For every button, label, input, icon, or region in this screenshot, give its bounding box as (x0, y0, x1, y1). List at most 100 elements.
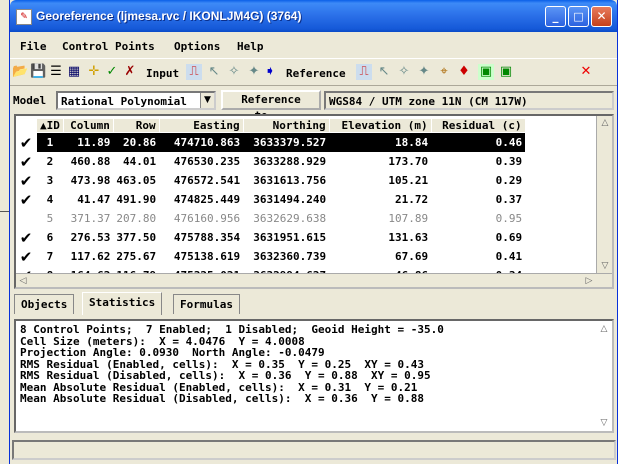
tab-statistics[interactable]: Statistics (82, 292, 163, 315)
stats-line: RMS Residual (Disabled, cells): X = 0.36… (20, 369, 431, 382)
input-tool-3-icon[interactable]: ✧ (226, 64, 242, 80)
chevron-down-icon[interactable]: ▼ (200, 93, 214, 108)
reference-to-button[interactable]: Reference to... (221, 90, 321, 122)
stats-line: 8 Control Points; 7 Enabled; 1 Disabled;… (20, 323, 444, 336)
title-bar[interactable]: ✎ Georeference (ljmesa.rvc / IKONLJM4G) … (10, 0, 617, 32)
cell-column: 276.53 (70, 230, 111, 244)
cell-elevation: 107.89 (388, 211, 429, 225)
cell-column: 460.88 (70, 154, 111, 168)
menu-control-points[interactable]: Control Points (62, 40, 155, 53)
ref-marker-icon[interactable]: ♦ (456, 64, 472, 80)
cell-easting: 476530.235 (173, 154, 241, 168)
cell-northing: 3632360.739 (253, 249, 327, 263)
menu-options[interactable]: Options (174, 40, 220, 53)
crs-field: WGS84 / UTM zone 11N (CM 117W) (324, 91, 614, 110)
tab-formulas[interactable]: Formulas (173, 294, 240, 314)
stats-scroll-down-icon[interactable]: ▽ (597, 416, 611, 430)
cell-row: 44.01 (123, 154, 157, 168)
cell-id: 7 (46, 249, 54, 263)
cell-id: 6 (46, 230, 54, 244)
stats-line: Projection Angle: 0.0930 North Angle: -0… (20, 346, 325, 359)
table-row[interactable]: 5 371.37 207.80 476160.956 3632629.638 107.89… (37, 209, 526, 228)
ref-crosshair-icon[interactable]: ⌖ (436, 64, 452, 80)
status-bar (12, 440, 616, 460)
reference-label: Reference (286, 67, 346, 80)
cell-id: 2 (46, 154, 54, 168)
col-header-northing[interactable]: Northing (242, 118, 330, 133)
minimize-button[interactable]: _ (545, 6, 566, 27)
cell-id: 3 (46, 173, 54, 187)
table-row[interactable]: 1 11.89 20.86 474710.863 3633379.527 18.84 0.4… (36, 132, 526, 152)
ref-tool-3-icon[interactable]: ✧ (396, 64, 412, 80)
control-points-table: ▲ID Column Row Easting Northing Elevatio… (36, 118, 526, 285)
cell-residual: 0.46 (431, 132, 526, 152)
cell-column: 11.89 (63, 132, 114, 152)
stats-scroll-up-icon[interactable]: △ (597, 322, 611, 336)
input-tool-4-icon[interactable]: ✦ (246, 64, 262, 80)
input-tool-1-icon[interactable]: ⎍ (186, 64, 202, 80)
ref-tool-1-icon[interactable]: ⎍ (356, 64, 372, 80)
stats-line: Mean Absolute Residual (Disabled, cells)… (20, 392, 424, 405)
cell-residual: 0.39 (495, 154, 523, 168)
table-row[interactable]: 2 460.88 44.01 476530.235 3633288.929 173.70 0… (37, 152, 526, 171)
enabled-checkmark-icon[interactable]: ✔ (16, 134, 36, 153)
menu-file[interactable]: File (20, 40, 47, 53)
input-label: Input (146, 67, 180, 80)
add-point-icon[interactable]: ✛ (86, 64, 102, 80)
cell-row: 275.67 (116, 249, 157, 263)
table-row[interactable]: 7 117.62 275.67 475138.619 3632360.739 67.69 0… (37, 247, 526, 266)
cell-elevation: 21.72 (395, 192, 429, 206)
scroll-up-icon[interactable]: △ (598, 116, 612, 130)
cell-residual: 0.95 (495, 211, 523, 225)
enabled-checkmark-icon[interactable]: ✔ (16, 191, 36, 210)
horizontal-scrollbar[interactable]: ◁ ▷ (16, 273, 612, 287)
cell-easting: 476572.541 (173, 173, 241, 187)
table-row[interactable]: 4 41.47 491.90 474825.449 3631494.240 21.72 0.… (37, 190, 526, 209)
open-folder-icon[interactable]: 📂 (12, 64, 28, 80)
tab-objects[interactable]: Objects (14, 294, 75, 314)
cell-northing: 3633379.527 (243, 132, 330, 152)
close-x-icon[interactable]: ✕ (578, 64, 594, 80)
model-label: Model (13, 94, 47, 107)
model-select[interactable]: Rational Polynomial ▼ (56, 91, 216, 110)
save-icon[interactable]: 💾 (30, 64, 46, 80)
table-icon[interactable]: ▦ (66, 64, 82, 80)
list-icon[interactable]: ☰ (48, 64, 64, 80)
cell-northing: 3632629.638 (253, 211, 327, 225)
cell-elevation: 131.63 (388, 230, 429, 244)
col-header-column[interactable]: Column (62, 118, 114, 133)
scroll-right-icon[interactable]: ▷ (582, 274, 596, 288)
cell-row: 20.86 (113, 132, 160, 152)
image-left-icon[interactable]: ▣ (478, 64, 494, 80)
col-header-easting[interactable]: Easting (158, 118, 244, 133)
scroll-down-icon[interactable]: ▽ (598, 259, 612, 273)
menu-help[interactable]: Help (237, 40, 264, 53)
disabled-checkbox-icon[interactable] (16, 210, 36, 229)
col-header-row[interactable]: Row (112, 118, 160, 133)
enabled-checkmark-icon[interactable]: ✔ (16, 153, 36, 172)
tab-strip: Objects Statistics Formulas (10, 292, 617, 315)
delete-point-icon[interactable]: ✗ (122, 64, 138, 80)
col-header-elevation[interactable]: Elevation (m) (328, 118, 432, 133)
input-arrow-icon[interactable]: ➧ (262, 64, 278, 80)
check-icon[interactable]: ✓ (104, 64, 120, 80)
col-header-id[interactable]: ▲ID (36, 118, 64, 133)
cell-residual: 0.41 (495, 249, 523, 263)
ref-tool-2-icon[interactable]: ↖ (376, 64, 392, 80)
enabled-checkmark-icon[interactable]: ✔ (16, 248, 36, 267)
col-header-residual[interactable]: Residual (c) (430, 118, 526, 133)
cell-elevation: 67.69 (395, 249, 429, 263)
table-row[interactable]: 6 276.53 377.50 475788.354 3631951.615 131.63… (37, 228, 526, 247)
cell-row: 207.80 (116, 211, 157, 225)
scroll-left-icon[interactable]: ◁ (16, 274, 30, 288)
vertical-scrollbar[interactable]: △ ▽ (596, 116, 612, 287)
cell-northing: 3631494.240 (253, 192, 327, 206)
maximize-button[interactable]: □ (568, 6, 589, 27)
enabled-checkmark-icon[interactable]: ✔ (16, 229, 36, 248)
input-tool-2-icon[interactable]: ↖ (206, 64, 222, 80)
enabled-checkmark-icon[interactable]: ✔ (16, 172, 36, 191)
image-right-icon[interactable]: ▣ (498, 64, 514, 80)
table-row[interactable]: 3 473.98 463.05 476572.541 3631613.756 105.21… (37, 171, 526, 190)
ref-tool-4-icon[interactable]: ✦ (416, 64, 432, 80)
close-button[interactable]: ✕ (591, 6, 612, 27)
